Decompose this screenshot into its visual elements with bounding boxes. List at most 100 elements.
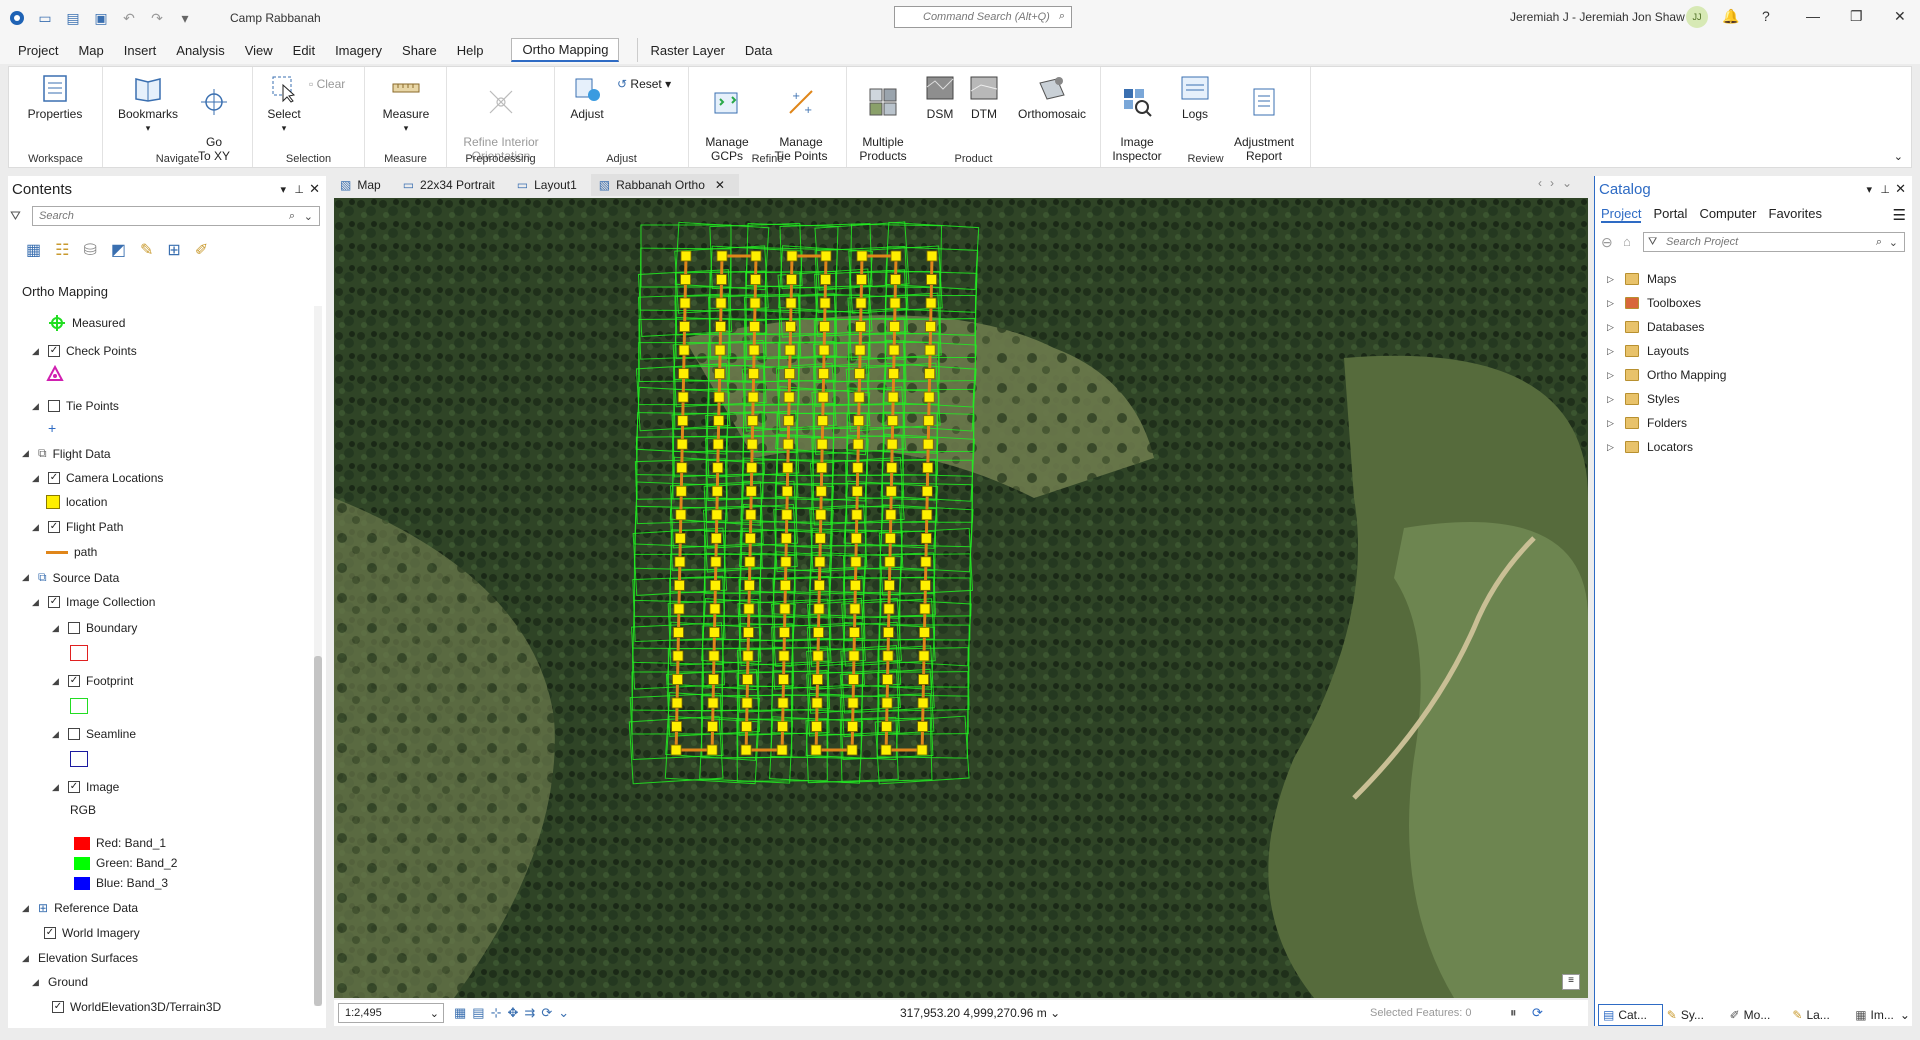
camera-location[interactable] xyxy=(744,556,756,568)
camera-location[interactable] xyxy=(780,556,792,568)
camera-location[interactable] xyxy=(671,697,683,709)
refresh-view-icon[interactable]: ⟳ xyxy=(541,1005,552,1021)
camera-location[interactable] xyxy=(746,438,758,450)
camera-location[interactable] xyxy=(819,321,830,332)
tab-rabbanah-ortho[interactable]: ▧ Rabbanah Ortho ✕ xyxy=(590,174,739,196)
expand-icon[interactable]: ▷ xyxy=(1607,370,1617,381)
user-name[interactable]: Jeremiah J - Jeremiah Jon Shaw xyxy=(1510,10,1685,24)
camera-location[interactable] xyxy=(709,603,721,615)
camera-location[interactable] xyxy=(846,744,858,756)
menu-imagery[interactable]: Imagery xyxy=(325,38,392,62)
camera-location[interactable] xyxy=(880,744,892,756)
camera-location[interactable] xyxy=(783,415,795,427)
close-tab-icon[interactable]: ✕ xyxy=(715,178,725,192)
go-to-xy-button[interactable]: Go To XY xyxy=(189,71,239,163)
camera-location[interactable] xyxy=(920,579,931,591)
camera-location[interactable] xyxy=(919,626,930,638)
camera-location[interactable] xyxy=(888,344,900,356)
camera-location[interactable] xyxy=(889,321,900,332)
layer-image-collection[interactable]: ◢ ✓ Image Collection xyxy=(32,595,155,609)
camera-location[interactable] xyxy=(780,579,791,591)
group-elevation-surfaces[interactable]: ◢ Elevation Surfaces xyxy=(22,951,138,965)
menu-share[interactable]: Share xyxy=(392,38,447,62)
camera-location[interactable] xyxy=(886,438,898,450)
collapse-icon[interactable]: ◢ xyxy=(22,572,32,583)
undo-icon[interactable]: ↶ xyxy=(120,9,138,27)
adjustment-report-button[interactable]: Adjustment Report xyxy=(1221,71,1307,163)
camera-location[interactable] xyxy=(820,250,832,262)
close-icon[interactable]: ✕ xyxy=(1894,8,1906,25)
camera-location[interactable] xyxy=(710,532,722,544)
camera-location[interactable] xyxy=(781,509,793,521)
camera-location[interactable] xyxy=(816,438,828,450)
tab-map[interactable]: ▧ Map xyxy=(332,174,395,196)
camera-location[interactable] xyxy=(922,438,934,450)
camera-location[interactable] xyxy=(884,532,896,544)
camera-location[interactable] xyxy=(676,462,688,474)
customize-icon[interactable]: ▾ xyxy=(176,9,194,27)
avatar[interactable]: JJ xyxy=(1686,6,1708,28)
camera-location[interactable] xyxy=(777,721,788,732)
collapse-ribbon-icon[interactable]: ⌄ xyxy=(1894,150,1903,163)
layer-flight-path[interactable]: ◢ ✓ Flight Path xyxy=(32,520,123,534)
camera-location[interactable] xyxy=(776,744,788,756)
group-source-data[interactable]: ◢ ⧉ Source Data xyxy=(22,570,119,585)
open-project-icon[interactable]: ▤ xyxy=(64,9,82,27)
menu-analysis[interactable]: Analysis xyxy=(166,38,234,62)
minimize-icon[interactable]: — xyxy=(1806,8,1820,24)
layer-tie-points[interactable]: ◢ Tie Points xyxy=(32,399,119,413)
camera-location[interactable] xyxy=(750,250,762,262)
camera-location[interactable] xyxy=(850,579,861,591)
filter-icon[interactable]: ⛛ xyxy=(1648,236,1657,249)
camera-location[interactable] xyxy=(672,650,684,662)
camera-location[interactable] xyxy=(851,485,863,497)
multiple-products-button[interactable]: Multiple Products xyxy=(851,71,915,163)
camera-location[interactable] xyxy=(744,532,756,544)
camera-location[interactable] xyxy=(849,626,860,638)
camera-location[interactable] xyxy=(926,250,938,262)
camera-location[interactable] xyxy=(812,650,824,662)
camera-location[interactable] xyxy=(847,697,859,709)
camera-location[interactable] xyxy=(853,391,865,403)
camera-location[interactable] xyxy=(918,674,929,685)
visibility-checkbox[interactable]: ✓ xyxy=(48,596,60,608)
restore-icon[interactable]: ❐ xyxy=(1850,8,1863,25)
snap-icon[interactable]: ⊹ xyxy=(491,1005,502,1021)
menu-edit[interactable]: Edit xyxy=(283,38,325,62)
layer-terrain3d[interactable]: ✓ WorldElevation3D/Terrain3D xyxy=(52,1000,221,1014)
reset-button[interactable]: ↺ Reset ▾ xyxy=(617,77,683,91)
camera-location[interactable] xyxy=(811,721,822,732)
camera-location[interactable] xyxy=(675,485,687,497)
camera-location[interactable] xyxy=(679,321,690,332)
clear-selection-button[interactable]: ▫ Clear xyxy=(309,77,365,91)
camera-location[interactable] xyxy=(674,579,685,591)
tab-22x34-portrait[interactable]: ▭ 22x34 Portrait xyxy=(395,174,509,196)
menu-ortho-mapping[interactable]: Ortho Mapping xyxy=(511,38,620,62)
camera-location[interactable] xyxy=(889,297,901,309)
dock-tab-labeling[interactable]: ✎ La... xyxy=(1788,1004,1851,1026)
camera-location[interactable] xyxy=(883,626,894,638)
camera-location[interactable] xyxy=(708,674,719,685)
camera-location[interactable] xyxy=(677,415,689,427)
dock-tab-image[interactable]: ▦ Im... ⌄ xyxy=(1851,1004,1914,1026)
camera-location[interactable] xyxy=(713,415,725,427)
collapse-icon[interactable]: ◢ xyxy=(32,597,42,608)
orthomosaic-button[interactable]: Orthomosaic xyxy=(1009,71,1095,121)
camera-location[interactable] xyxy=(676,438,688,450)
collapse-icon[interactable]: ◢ xyxy=(32,346,42,357)
camera-location[interactable] xyxy=(743,626,754,638)
camera-location[interactable] xyxy=(713,391,725,403)
camera-location[interactable] xyxy=(749,321,760,332)
camera-location[interactable] xyxy=(882,650,894,662)
camera-location[interactable] xyxy=(678,368,690,380)
camera-location[interactable] xyxy=(674,532,686,544)
tab-scroll-arrows[interactable]: ‹›⌄ xyxy=(1538,176,1580,190)
camera-location[interactable] xyxy=(784,344,796,356)
menu-project[interactable]: Project xyxy=(8,38,68,62)
catalog-item-toolboxes[interactable]: ▷ Toolboxes xyxy=(1607,296,1701,310)
camera-location[interactable] xyxy=(673,603,685,615)
visibility-checkbox[interactable] xyxy=(48,400,60,412)
collapse-icon[interactable]: ◢ xyxy=(52,623,62,634)
adjust-button[interactable]: Adjust xyxy=(559,71,615,121)
expand-icon[interactable]: ▷ xyxy=(1607,442,1617,453)
